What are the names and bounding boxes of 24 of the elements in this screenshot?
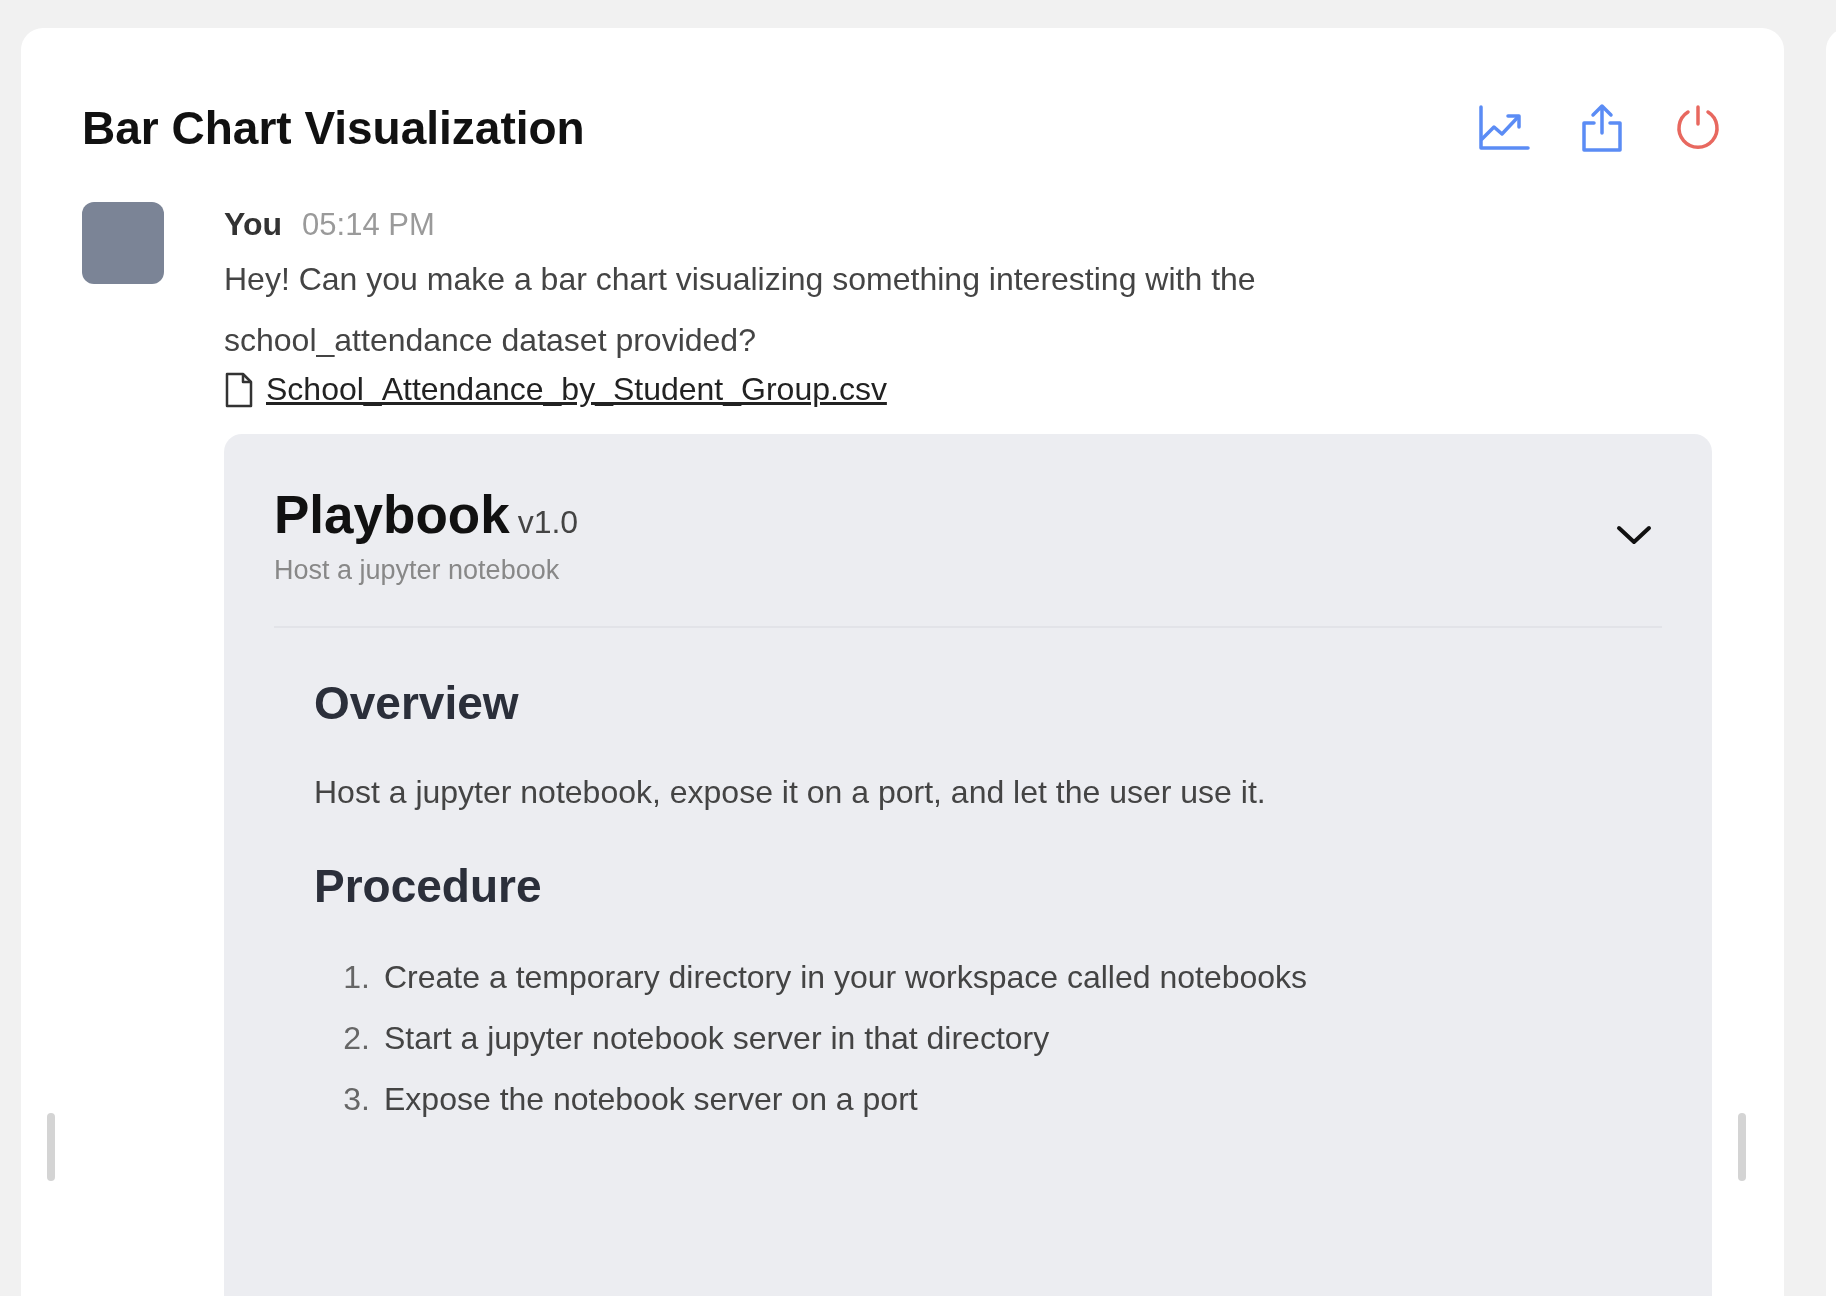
playbook-title: Playbook [274,485,510,544]
playbook-subtitle: Host a jupyter notebook [274,555,561,586]
list-number: 2. [342,1019,371,1058]
author-name: You [224,206,283,243]
share-icon[interactable] [1580,103,1624,153]
power-icon[interactable] [1674,104,1722,152]
list-item-text: Expose the notebook server on a port [384,1080,918,1119]
overview-text: Host a jupyter notebook, expose it on a port, and let the user use it. [314,774,1267,811]
list-item-text: Start a jupyter notebook server in that directory [384,1019,1050,1058]
message-time: 05:14 PM [302,207,435,243]
file-icon [224,371,254,408]
list-number: 3. [342,1080,371,1119]
chart-icon[interactable] [1478,105,1530,151]
section-heading: Overview [314,676,520,730]
list-number: 1. [342,958,371,997]
section-heading: Procedure [314,859,543,913]
resize-handle[interactable] [1738,1113,1746,1181]
message-text: Hey! Can you make a bar chart visualizing something interesting with the school_attendance dataset provided? [224,260,1257,360]
list-item-text: Create a temporary directory in your workspace called notebooks [384,958,1308,997]
chat-title: Bar Chart Visualization [82,101,586,155]
chevron-icon[interactable] [1616,524,1652,546]
attachment-link[interactable]: School_Attendance_by_Student_Group.csv [266,371,887,408]
playbook-version: v1.0 [517,504,579,540]
resize-handle[interactable] [47,1113,55,1181]
